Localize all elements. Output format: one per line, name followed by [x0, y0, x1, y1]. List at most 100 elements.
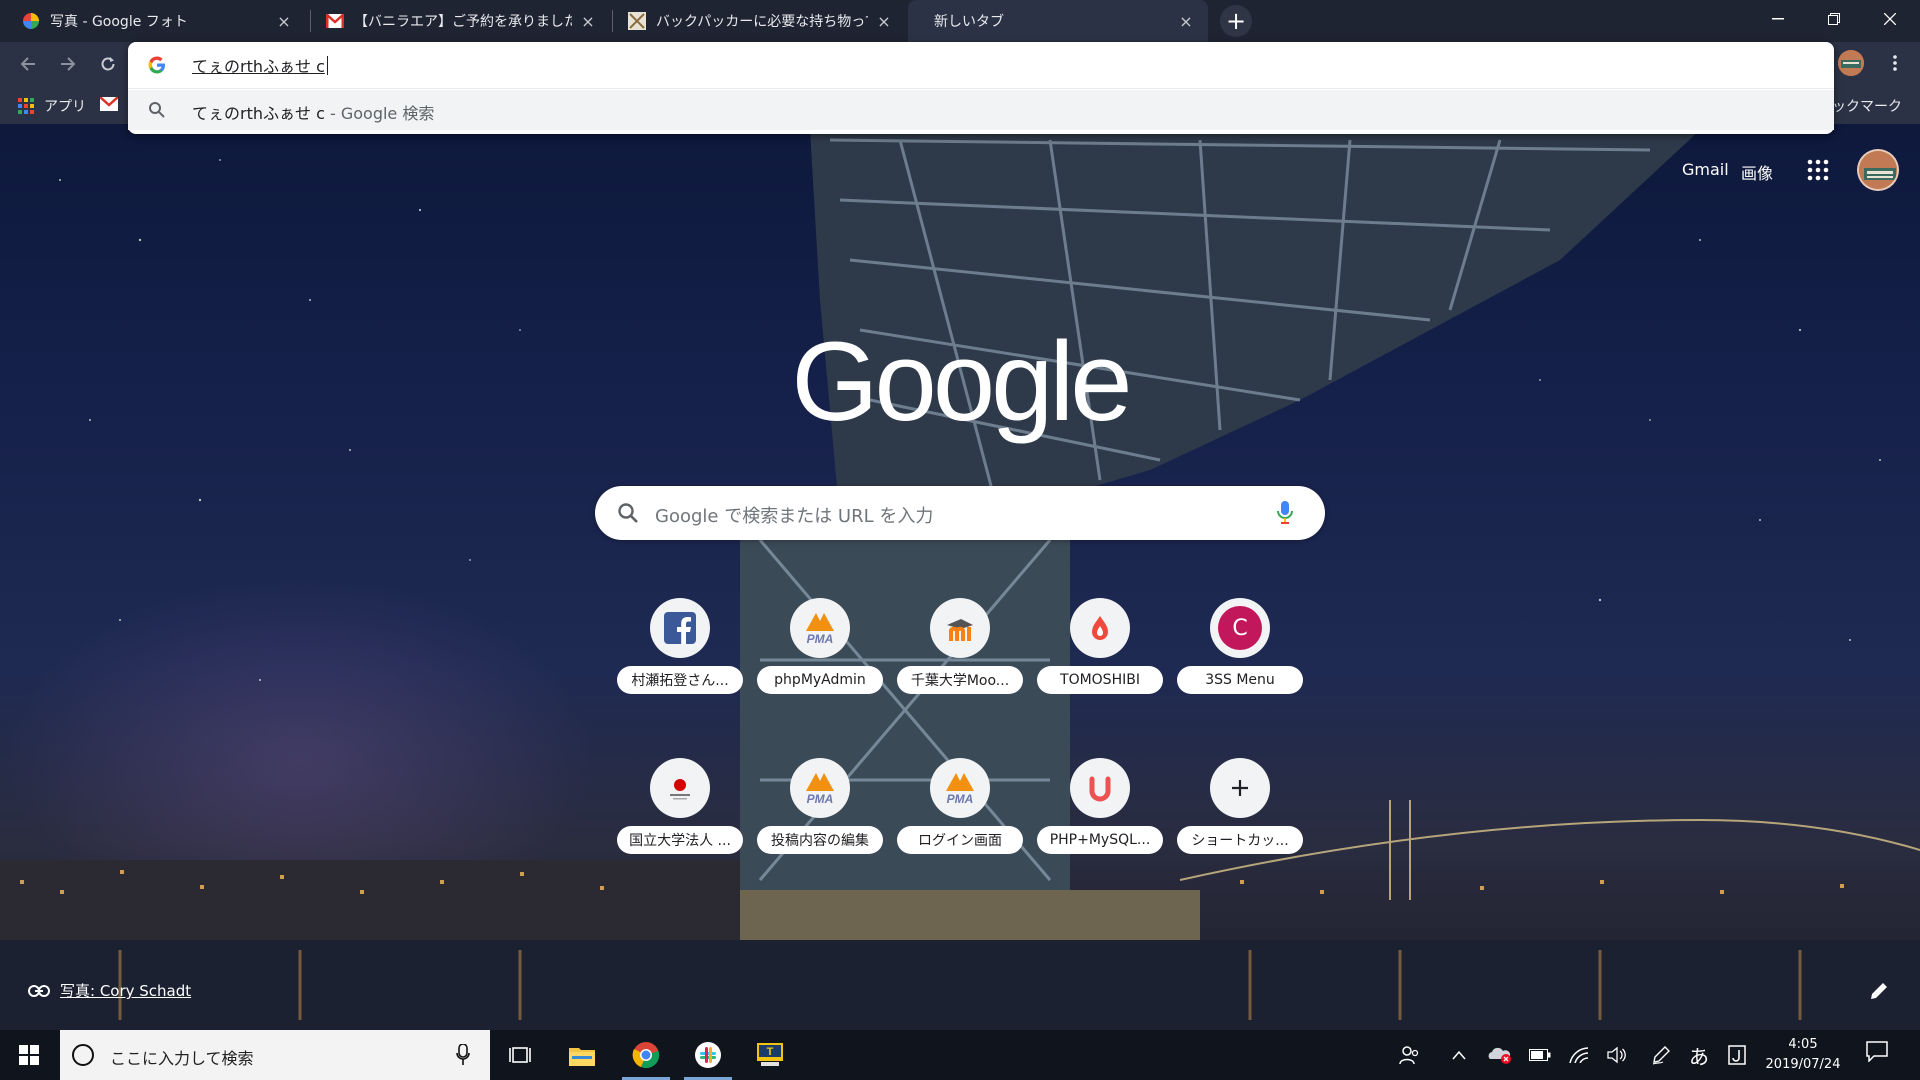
- shortcut-tile[interactable]: PHP+MySQL...: [1035, 758, 1165, 888]
- shortcut-tile[interactable]: PMA 投稿内容の編集: [755, 758, 885, 888]
- tab-separator: [612, 10, 613, 32]
- svg-text:PMA: PMA: [807, 792, 834, 805]
- shortcut-tile[interactable]: 国立大学法人 ...: [615, 758, 745, 888]
- text-caret: [326, 55, 328, 75]
- apps-grid-icon: [18, 98, 34, 114]
- tab-gmail[interactable]: 【バニラエア】ご予約を承りました（予約 ×: [314, 0, 610, 42]
- onedrive-error-icon[interactable]: [1482, 1040, 1516, 1070]
- site-favicon: [628, 12, 646, 30]
- shortcut-tile[interactable]: 村瀬拓登さん...: [615, 598, 745, 728]
- plus-icon: [1210, 758, 1270, 818]
- omnibox-typed-text: てぇのrthふぁせ c: [192, 57, 325, 76]
- svg-text:Google: Google: [791, 320, 1128, 444]
- account-avatar[interactable]: [1857, 149, 1899, 191]
- letter-avatar: C: [1218, 606, 1262, 650]
- clock-time: 4:05: [1788, 1037, 1818, 1052]
- voice-search-mic-icon[interactable]: [1277, 501, 1293, 525]
- people-icon[interactable]: [1394, 1040, 1424, 1070]
- images-link[interactable]: 画像: [1741, 160, 1773, 184]
- shortcut-label: PHP+MySQL...: [1037, 826, 1163, 854]
- omnibox-input[interactable]: てぇのrthふぁせ c: [192, 52, 328, 78]
- tab-title: 【バニラエア】ご予約を承りました（予約: [354, 14, 572, 30]
- search-icon: [148, 101, 166, 119]
- browser-menu-icon[interactable]: [1885, 52, 1905, 74]
- forward-arrow-icon[interactable]: [54, 50, 82, 78]
- close-window-icon[interactable]: [1862, 0, 1918, 38]
- shortcut-label: ショートカッ...: [1177, 826, 1303, 854]
- photo-credit[interactable]: 写真: Cory Schadt: [28, 980, 191, 1001]
- new-tab-plus-icon[interactable]: +: [1220, 5, 1252, 37]
- taskbar-clock[interactable]: 4:05 2019/07/24: [1760, 1035, 1846, 1075]
- minimize-icon[interactable]: [1750, 0, 1806, 38]
- tab-close-icon[interactable]: ×: [1176, 11, 1196, 31]
- suggestion-text: てぇのrthふぁせ c - Google 検索: [192, 100, 434, 124]
- tab-close-icon[interactable]: ×: [274, 11, 294, 31]
- shortcut-label: 投稿内容の編集: [757, 826, 883, 854]
- tab-close-icon[interactable]: ×: [578, 11, 598, 31]
- tab-title: 写真 - Google フォト: [50, 14, 188, 30]
- wifi-icon[interactable]: [1564, 1040, 1594, 1070]
- file-explorer-icon[interactable]: [554, 1030, 610, 1080]
- typing-app-icon[interactable]: T: [742, 1030, 798, 1080]
- chrome-taskbar-icon[interactable]: [618, 1030, 674, 1080]
- action-center-icon[interactable]: [1866, 1040, 1896, 1070]
- omnibox-divider: [128, 88, 1834, 89]
- ime-pad-icon[interactable]: [1722, 1040, 1752, 1070]
- tab-title: バックパッカーに必要な持ち物って？必: [656, 14, 868, 30]
- add-shortcut-tile[interactable]: ショートカッ...: [1175, 758, 1305, 888]
- suggestion-suffix: - Google 検索: [324, 104, 435, 123]
- task-view-icon[interactable]: [492, 1030, 548, 1080]
- omnibox-suggestion[interactable]: てぇのrthふぁせ c - Google 検索: [128, 90, 1834, 130]
- tab-close-icon[interactable]: ×: [874, 11, 894, 31]
- shortcut-tile[interactable]: PMA phpMyAdmin: [755, 598, 885, 728]
- slack-taskbar-icon[interactable]: [680, 1030, 736, 1080]
- chevron-up-icon[interactable]: [1444, 1040, 1474, 1070]
- shortcut-label: ログイン画面: [897, 826, 1023, 854]
- restore-icon[interactable]: [1806, 0, 1862, 38]
- suggestion-query: てぇのrthふぁせ c: [192, 104, 325, 123]
- ime-mode-indicator[interactable]: あ: [1684, 1040, 1714, 1070]
- battery-icon[interactable]: [1524, 1040, 1556, 1070]
- shortcut-tile[interactable]: TOMOSHIBI: [1035, 598, 1165, 728]
- profile-avatar-small[interactable]: [1838, 50, 1864, 76]
- udemy-icon: [1070, 758, 1130, 818]
- shortcut-tile[interactable]: PMA ログイン画面: [895, 758, 1025, 888]
- google-photos-icon: [22, 12, 40, 30]
- search-icon: [617, 502, 639, 524]
- shortcut-tile[interactable]: C 3SS Menu: [1175, 598, 1305, 728]
- tab-new-tab[interactable]: 新しいタブ ×: [908, 0, 1208, 42]
- volume-icon[interactable]: [1602, 1040, 1632, 1070]
- shortcut-label: 村瀬拓登さん...: [617, 666, 743, 694]
- shortcut-tile[interactable]: 千葉大学Moo...: [895, 598, 1025, 728]
- tab-google-photos[interactable]: 写真 - Google フォト ×: [10, 0, 306, 42]
- tomoshibi-icon: [1070, 598, 1130, 658]
- moodle-icon: [930, 598, 990, 658]
- phpmyadmin-icon: PMA: [930, 758, 990, 818]
- bookmark-apps[interactable]: アプリ: [18, 96, 86, 116]
- gmail-link[interactable]: Gmail: [1682, 160, 1729, 179]
- gmail-icon: [326, 12, 344, 30]
- bridge-illustration: [0, 130, 1920, 1030]
- pen-icon[interactable]: [1646, 1040, 1676, 1070]
- taskbar-mic-icon[interactable]: [456, 1044, 470, 1066]
- bookmark-gmail-icon[interactable]: [99, 96, 120, 112]
- customize-pencil-icon[interactable]: [1868, 980, 1890, 1002]
- omnibox-dropdown: てぇのrthふぁせ c てぇのrthふぁせ c - Google 検索: [128, 42, 1834, 134]
- shortcut-label: 千葉大学Moo...: [897, 666, 1023, 694]
- google-logo: Google: [760, 319, 1160, 450]
- facebook-icon: [650, 598, 710, 658]
- tab-title: 新しいタブ: [934, 14, 1004, 30]
- google-apps-icon[interactable]: [1806, 158, 1830, 182]
- tab-backpacker[interactable]: バックパッカーに必要な持ち物って？必 ×: [616, 0, 906, 42]
- bookmark-apps-label: アプリ: [44, 99, 86, 115]
- phpmyadmin-icon: PMA: [790, 758, 850, 818]
- windows-start-icon[interactable]: [0, 1030, 58, 1080]
- svg-text:PMA: PMA: [947, 792, 974, 805]
- shortcut-label: 3SS Menu: [1177, 666, 1303, 694]
- taskbar-search-box[interactable]: ここに入力して検索: [60, 1030, 490, 1080]
- back-arrow-icon[interactable]: [14, 50, 42, 78]
- reload-icon[interactable]: [94, 50, 122, 78]
- link-icon: [28, 984, 50, 997]
- ntp-search-box[interactable]: Google で検索または URL を入力: [595, 486, 1325, 540]
- search-placeholder: Google で検索または URL を入力: [655, 506, 934, 527]
